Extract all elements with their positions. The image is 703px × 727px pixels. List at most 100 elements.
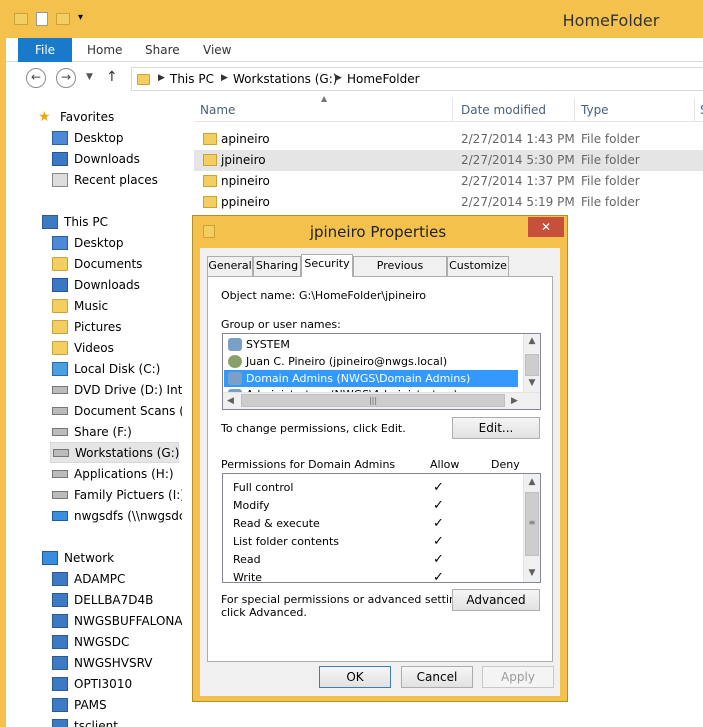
nav-favorites[interactable]: ★ Favorites	[38, 107, 114, 128]
folder-icon	[203, 154, 217, 166]
nav-net-tsclient[interactable]: tsclient	[52, 716, 118, 727]
tab-previous-versions[interactable]: Previous Versions	[353, 256, 447, 290]
computer-icon	[42, 214, 58, 229]
nav-pc-music[interactable]: Music	[52, 296, 108, 317]
nav-net-dellba7d4b[interactable]: DELLBA7D4B	[52, 590, 153, 611]
tab-share[interactable]: Share	[145, 38, 180, 62]
file-type: File folder	[581, 174, 640, 188]
column-divider[interactable]	[694, 98, 695, 122]
scroll-thumb[interactable]: ≡	[525, 492, 539, 556]
customize-quick-access-icon[interactable]: ▾	[78, 12, 83, 23]
computer-icon	[52, 718, 68, 727]
nav-net-nwgshvsrv[interactable]: NWGSHVSRV	[52, 653, 153, 674]
nav-pc-downloads[interactable]: Downloads	[52, 275, 140, 296]
scroll-thumb[interactable]	[525, 354, 539, 376]
up-arrow-icon[interactable]: ↑	[106, 69, 118, 85]
nav-pc-documents[interactable]: Documents	[52, 254, 142, 275]
nav-this-pc[interactable]: This PC	[42, 212, 108, 233]
nav-label: OPTI3010	[74, 677, 133, 691]
list-item[interactable]: SYSTEM	[224, 336, 518, 353]
file-row[interactable]: apineiro 2/27/2014 1:43 PM File folder	[194, 129, 703, 150]
scroll-thumb[interactable]: |||	[241, 394, 505, 407]
column-type[interactable]: Type	[581, 103, 609, 117]
column-divider[interactable]	[452, 98, 453, 122]
scroll-down-icon[interactable]: ▼	[524, 378, 540, 388]
nav-label: Pictures	[74, 320, 122, 334]
scroll-left-icon[interactable]: ◀	[227, 396, 234, 406]
file-row[interactable]: ppineiro 2/27/2014 5:19 PM File folder	[194, 192, 703, 213]
nav-drive-d[interactable]: DVD Drive (D:) Integ	[52, 380, 182, 401]
scroll-right-icon[interactable]: ▶	[511, 396, 518, 406]
breadcrumb-this-pc[interactable]: This PC	[170, 72, 214, 86]
nav-drive-c[interactable]: Local Disk (C:)	[52, 359, 160, 380]
object-name-label: Object name:	[221, 289, 296, 302]
nav-net-pams[interactable]: PAMS	[52, 695, 107, 716]
user-name: Juan C. Pineiro (jpineiro@nwgs.local)	[246, 355, 448, 368]
back-button[interactable]: ←	[26, 68, 46, 88]
allow-check-icon: ✓	[433, 498, 444, 513]
nav-fav-desktop[interactable]: Desktop	[52, 128, 124, 149]
file-type: File folder	[581, 132, 640, 146]
nav-pc-pictures[interactable]: Pictures	[52, 317, 122, 338]
nav-label: NWGSBUFFALONAS	[74, 614, 182, 628]
file-row[interactable]: jpineiro 2/27/2014 5:30 PM File folder	[194, 150, 703, 171]
tab-security[interactable]: Security	[301, 254, 353, 277]
nav-nwgsdfs[interactable]: nwgsdfs (\\nwgsdc)	[52, 506, 182, 527]
scroll-up-icon[interactable]: ▲	[524, 477, 540, 487]
user-name: Domain Admins (NWGS\Domain Admins)	[246, 372, 471, 385]
scroll-down-icon[interactable]: ▼	[524, 568, 540, 578]
forward-button[interactable]: →	[56, 68, 76, 88]
ok-button[interactable]: OK	[319, 666, 391, 688]
tab-sharing[interactable]: Sharing	[253, 256, 301, 276]
scroll-up-icon[interactable]: ▲	[524, 336, 540, 346]
dialog-close-button[interactable]: ✕	[528, 217, 564, 237]
column-name[interactable]: Name	[200, 103, 235, 117]
tab-home[interactable]: Home	[87, 38, 122, 62]
nav-net-opti3010[interactable]: OPTI3010	[52, 674, 132, 695]
permissions-vscrollbar[interactable]: ▲ ≡ ▼	[523, 474, 540, 582]
cancel-button[interactable]: Cancel	[401, 666, 473, 688]
file-row[interactable]: npineiro 2/27/2014 1:37 PM File folder	[194, 171, 703, 192]
nav-drive-i[interactable]: Family Pictuers (I:)	[52, 485, 182, 506]
recent-locations-icon[interactable]: ▼	[86, 72, 93, 82]
file-date: 2/27/2014 1:43 PM	[461, 132, 575, 146]
nav-pc-desktop[interactable]: Desktop	[52, 233, 124, 254]
file-date: 2/27/2014 5:30 PM	[461, 153, 575, 167]
user-list[interactable]: SYSTEM Juan C. Pineiro (jpineiro@nwgs.lo…	[222, 333, 541, 410]
column-date-modified[interactable]: Date modified	[461, 103, 546, 117]
permissions-list[interactable]: Full control ✓ Modify ✓ Read & execute ✓ Li…	[222, 473, 541, 583]
network-share-icon	[52, 510, 68, 521]
properties-icon[interactable]	[36, 11, 54, 27]
tab-general[interactable]: General	[207, 256, 253, 276]
change-permissions-text: To change permissions, click Edit.	[221, 422, 406, 435]
user-list-vscrollbar[interactable]: ▲ ▼	[523, 334, 540, 392]
nav-drive-g[interactable]: Workstations (G:)	[50, 442, 179, 463]
nav-net-adampc[interactable]: ADAMPC	[52, 569, 125, 590]
tab-view[interactable]: View	[203, 38, 231, 62]
nav-network[interactable]: Network	[42, 548, 114, 569]
nav-pc-videos[interactable]: Videos	[52, 338, 114, 359]
nav-drive-h[interactable]: Applications (H:)	[52, 464, 174, 485]
new-folder-icon[interactable]	[56, 12, 76, 26]
folder-icon[interactable]	[14, 12, 34, 26]
column-divider[interactable]	[574, 98, 575, 122]
breadcrumb-workstations[interactable]: Workstations (G:)	[233, 72, 337, 86]
chevron-right-icon: ▶	[335, 73, 342, 83]
list-item[interactable]: Juan C. Pineiro (jpineiro@nwgs.local)	[224, 353, 518, 370]
nav-net-nwgsdc[interactable]: NWGSDC	[52, 632, 129, 653]
advanced-button[interactable]: Advanced	[452, 589, 540, 611]
nav-net-nwgsbuffalonas[interactable]: NWGSBUFFALONAS	[52, 611, 182, 632]
tab-customize[interactable]: Customize	[447, 256, 509, 276]
apply-button[interactable]: Apply	[482, 666, 554, 688]
user-list-hscrollbar[interactable]: ◀ ||| ▶	[223, 392, 540, 409]
tab-file[interactable]: File	[18, 38, 72, 62]
nav-fav-downloads[interactable]: Downloads	[52, 149, 140, 170]
breadcrumb-homefolder[interactable]: HomeFolder	[347, 72, 420, 86]
list-item[interactable]: Domain Admins (NWGS\Domain Admins)	[224, 370, 518, 387]
address-bar[interactable]: ▶ This PC ▶ Workstations (G:) ▶ HomeFold…	[131, 67, 703, 91]
nav-drive-f[interactable]: Share (F:)	[52, 422, 132, 443]
folder-icon	[137, 73, 156, 87]
nav-drive-e[interactable]: Document Scans (E:	[52, 401, 182, 422]
edit-button[interactable]: Edit...	[452, 417, 540, 439]
nav-fav-recent[interactable]: Recent places	[52, 170, 158, 191]
